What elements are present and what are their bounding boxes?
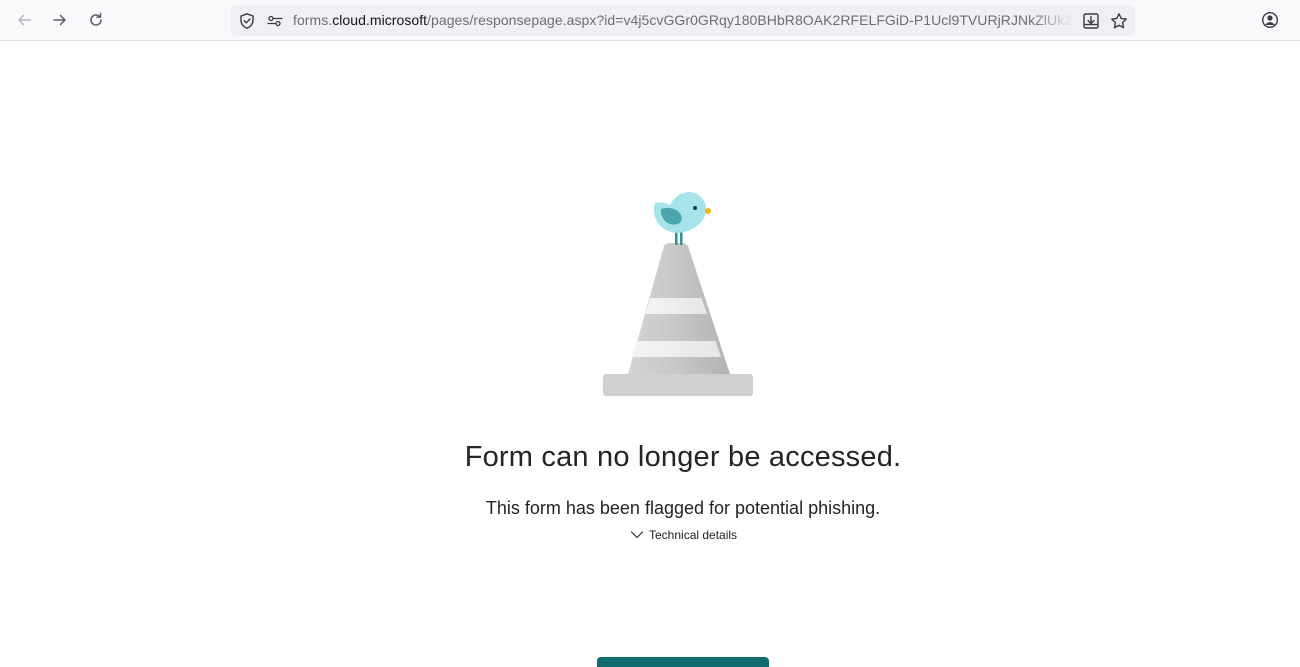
url-text[interactable]: forms.cloud.microsoft/pages/responsepage… <box>293 5 1073 36</box>
chevron-down-icon <box>630 528 644 542</box>
back-arrow-icon <box>18 14 31 26</box>
primary-button[interactable] <box>597 657 769 667</box>
browser-toolbar: forms.cloud.microsoft/pages/responsepage… <box>0 0 1300 41</box>
tracking-protection-shield-icon[interactable] <box>238 12 256 30</box>
address-bar[interactable]: forms.cloud.microsoft/pages/responsepage… <box>231 5 1135 36</box>
bird-on-traffic-cone-illustration <box>603 192 753 396</box>
back-button[interactable] <box>12 8 36 32</box>
url-host: cloud.microsoft <box>332 12 428 28</box>
page-subtitle: This form has been flagged for potential… <box>485 498 881 518</box>
site-permissions-icon[interactable] <box>266 12 284 30</box>
page-title: Form can no longer be accessed. <box>464 441 902 473</box>
forward-arrow-icon <box>53 14 66 26</box>
forward-button[interactable] <box>48 8 72 32</box>
page-content: Form can no longer be accessed. This for… <box>0 41 1300 667</box>
technical-details-toggle[interactable]: Technical details <box>630 526 737 544</box>
save-to-pocket-icon[interactable] <box>1082 12 1100 30</box>
url-fade <box>1031 5 1073 36</box>
bookmark-star-icon[interactable] <box>1110 12 1128 30</box>
url-path: /pages/responsepage.aspx?id=v4j5cvGGr0GR… <box>427 12 1073 28</box>
reload-button[interactable] <box>84 8 108 32</box>
account-icon <box>1261 11 1279 29</box>
technical-details-label: Technical details <box>649 528 738 542</box>
reload-icon <box>90 12 102 26</box>
account-button[interactable] <box>1258 8 1282 32</box>
url-host-prefix: forms. <box>293 12 333 28</box>
